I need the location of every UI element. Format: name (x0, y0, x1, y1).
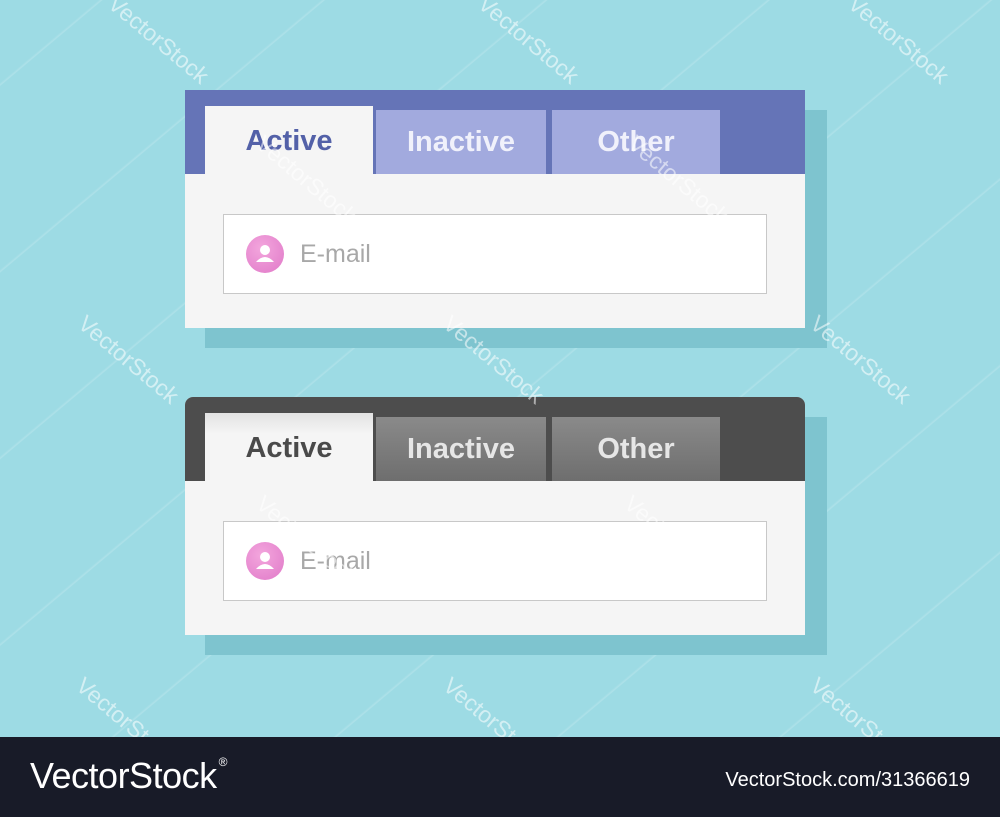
email-field[interactable]: E-mail (223, 214, 767, 294)
watermark: VectorStock (103, 0, 215, 89)
email-placeholder: E-mail (300, 239, 371, 268)
tab-other[interactable]: Other (552, 110, 720, 174)
watermark: VectorStock (438, 672, 550, 737)
email-placeholder: E-mail (300, 546, 371, 575)
watermark: VectorStock (805, 672, 917, 737)
footer-bar: VectorStock ® VectorStock.com/31366619 (0, 737, 1000, 817)
user-icon (246, 235, 284, 273)
tab-active[interactable]: Active (205, 106, 373, 176)
tab-inactive[interactable]: Inactive (376, 417, 546, 481)
tab-active[interactable]: Active (205, 413, 373, 483)
panel-card: Active Inactive Other E-mail (185, 397, 805, 635)
tab-bar: Active Inactive Other (185, 90, 805, 176)
watermark: VectorStock (73, 310, 185, 409)
brand-logo: VectorStock ® (30, 755, 227, 797)
tab-inactive[interactable]: Inactive (376, 110, 546, 174)
canvas: Active Inactive Other E-mail Active Inac… (0, 0, 1000, 737)
tab-other[interactable]: Other (552, 417, 720, 481)
tab-bar: Active Inactive Other (185, 397, 805, 483)
watermark: VectorStock (473, 0, 585, 89)
image-id: VectorStock.com/31366619 (725, 769, 970, 791)
registered-mark: ® (218, 755, 228, 769)
panel-card: Active Inactive Other E-mail (185, 90, 805, 328)
watermark: VectorStock (843, 0, 955, 89)
email-field[interactable]: E-mail (223, 521, 767, 601)
brand-name: VectorStock (30, 755, 217, 796)
watermark: VectorStock (71, 672, 183, 737)
user-icon (246, 542, 284, 580)
